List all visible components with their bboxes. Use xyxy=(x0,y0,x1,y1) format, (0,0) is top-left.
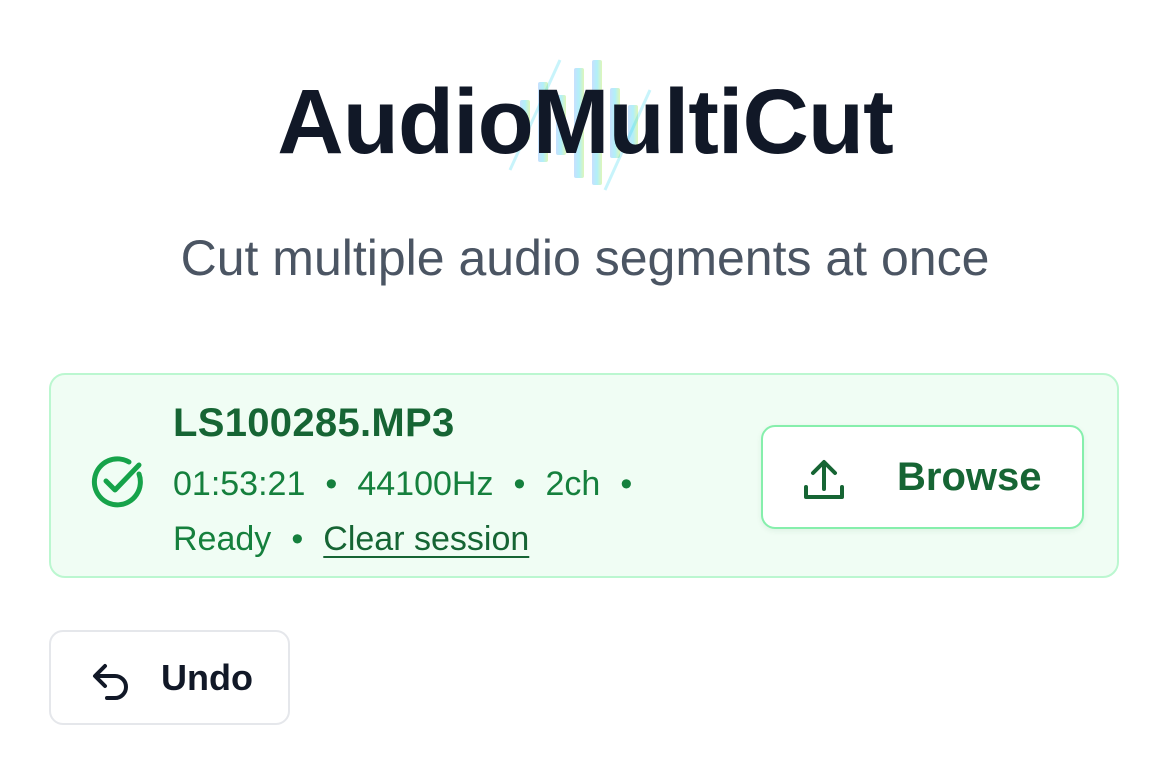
browse-button[interactable]: Browse xyxy=(761,425,1084,529)
check-circle-icon xyxy=(91,456,143,508)
file-meta-line: 01:53:21 • 44100Hz • 2ch • xyxy=(173,465,652,504)
undo-label: Undo xyxy=(161,657,253,698)
loaded-file-card: LS100285.MP3 01:53:21 • 44100Hz • 2ch • Ready… xyxy=(49,373,1119,578)
separator-dot: • xyxy=(291,520,304,558)
clear-session-link[interactable]: Clear session xyxy=(323,520,529,558)
app-header: AudioMultiCut Cut multiple audio segment… xyxy=(0,0,1170,320)
file-duration: 01:53:21 xyxy=(173,465,306,503)
file-status: Ready xyxy=(173,520,272,558)
upload-icon xyxy=(804,460,844,499)
undo-arrow-icon xyxy=(93,664,128,700)
file-sample-rate: 44100Hz xyxy=(357,465,494,503)
separator-dot: • xyxy=(513,465,526,503)
file-channels: 2ch xyxy=(545,465,601,503)
undo-button[interactable]: Undo xyxy=(49,630,290,725)
browse-label: Browse xyxy=(897,455,1042,499)
app-subtitle: Cut multiple audio segments at once xyxy=(180,230,990,286)
app-title: AudioMultiCut xyxy=(277,71,893,173)
separator-dot: • xyxy=(325,465,338,503)
separator-dot: • xyxy=(620,465,633,503)
file-status-line: Ready • Clear session xyxy=(173,520,529,559)
file-name: LS100285.MP3 xyxy=(173,401,455,445)
